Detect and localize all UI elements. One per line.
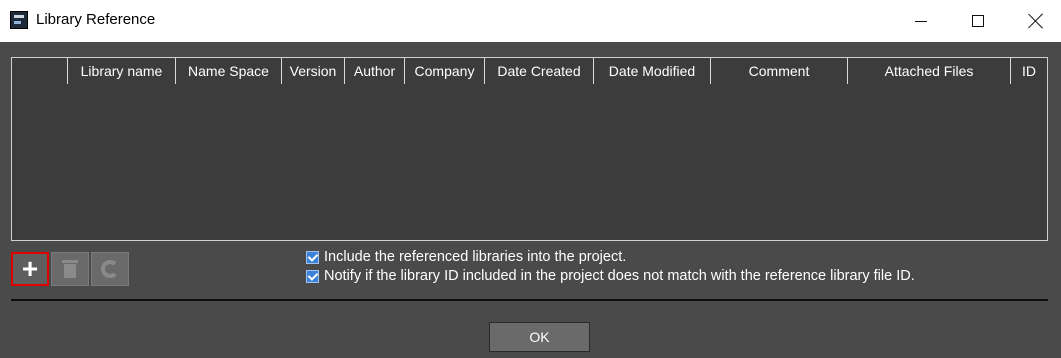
library-reference-dialog: Library Reference Library name Name Spac…	[0, 0, 1061, 358]
notify-mismatch-option[interactable]: Notify if the library ID included in the…	[306, 266, 915, 286]
close-icon	[1028, 13, 1044, 29]
column-header-company[interactable]: Company	[405, 58, 485, 84]
minimize-icon	[915, 20, 927, 22]
column-header-version[interactable]: Version	[282, 58, 345, 84]
plus-icon: +	[21, 253, 39, 284]
column-header-select[interactable]	[12, 58, 68, 84]
column-header-attached-files[interactable]: Attached Files	[848, 58, 1011, 84]
maximize-button[interactable]	[955, 0, 1001, 42]
library-reference-app-icon	[10, 11, 28, 29]
notify-mismatch-label: Notify if the library ID included in the…	[324, 268, 915, 284]
window-title: Library Reference	[36, 11, 156, 28]
divider	[11, 299, 1048, 301]
include-libraries-label: Include the referenced libraries into th…	[324, 249, 627, 265]
table-header: Library name Name Space Version Author C…	[12, 58, 1047, 84]
ok-button[interactable]: OK	[489, 322, 590, 352]
column-header-id[interactable]: ID	[1011, 58, 1047, 84]
title-bar: Library Reference	[0, 0, 1061, 42]
column-header-date-created[interactable]: Date Created	[485, 58, 594, 84]
include-libraries-option[interactable]: Include the referenced libraries into th…	[306, 247, 626, 267]
column-header-date-modified[interactable]: Date Modified	[594, 58, 711, 84]
library-toolbar: +	[11, 252, 129, 286]
library-table[interactable]: Library name Name Space Version Author C…	[11, 57, 1048, 241]
refresh-library-button[interactable]	[91, 252, 129, 286]
minimize-button[interactable]	[898, 0, 944, 42]
notify-mismatch-checkbox[interactable]	[306, 269, 319, 283]
include-libraries-checkbox[interactable]	[306, 250, 319, 264]
delete-library-button[interactable]	[51, 252, 89, 286]
refresh-icon	[101, 260, 119, 278]
close-button[interactable]	[1013, 0, 1059, 42]
trash-icon	[62, 260, 78, 278]
column-header-comment[interactable]: Comment	[711, 58, 848, 84]
column-header-name-space[interactable]: Name Space	[176, 58, 282, 84]
column-header-author[interactable]: Author	[345, 58, 405, 84]
maximize-icon	[972, 15, 984, 27]
add-library-button[interactable]: +	[11, 252, 49, 286]
column-header-library-name[interactable]: Library name	[68, 58, 176, 84]
